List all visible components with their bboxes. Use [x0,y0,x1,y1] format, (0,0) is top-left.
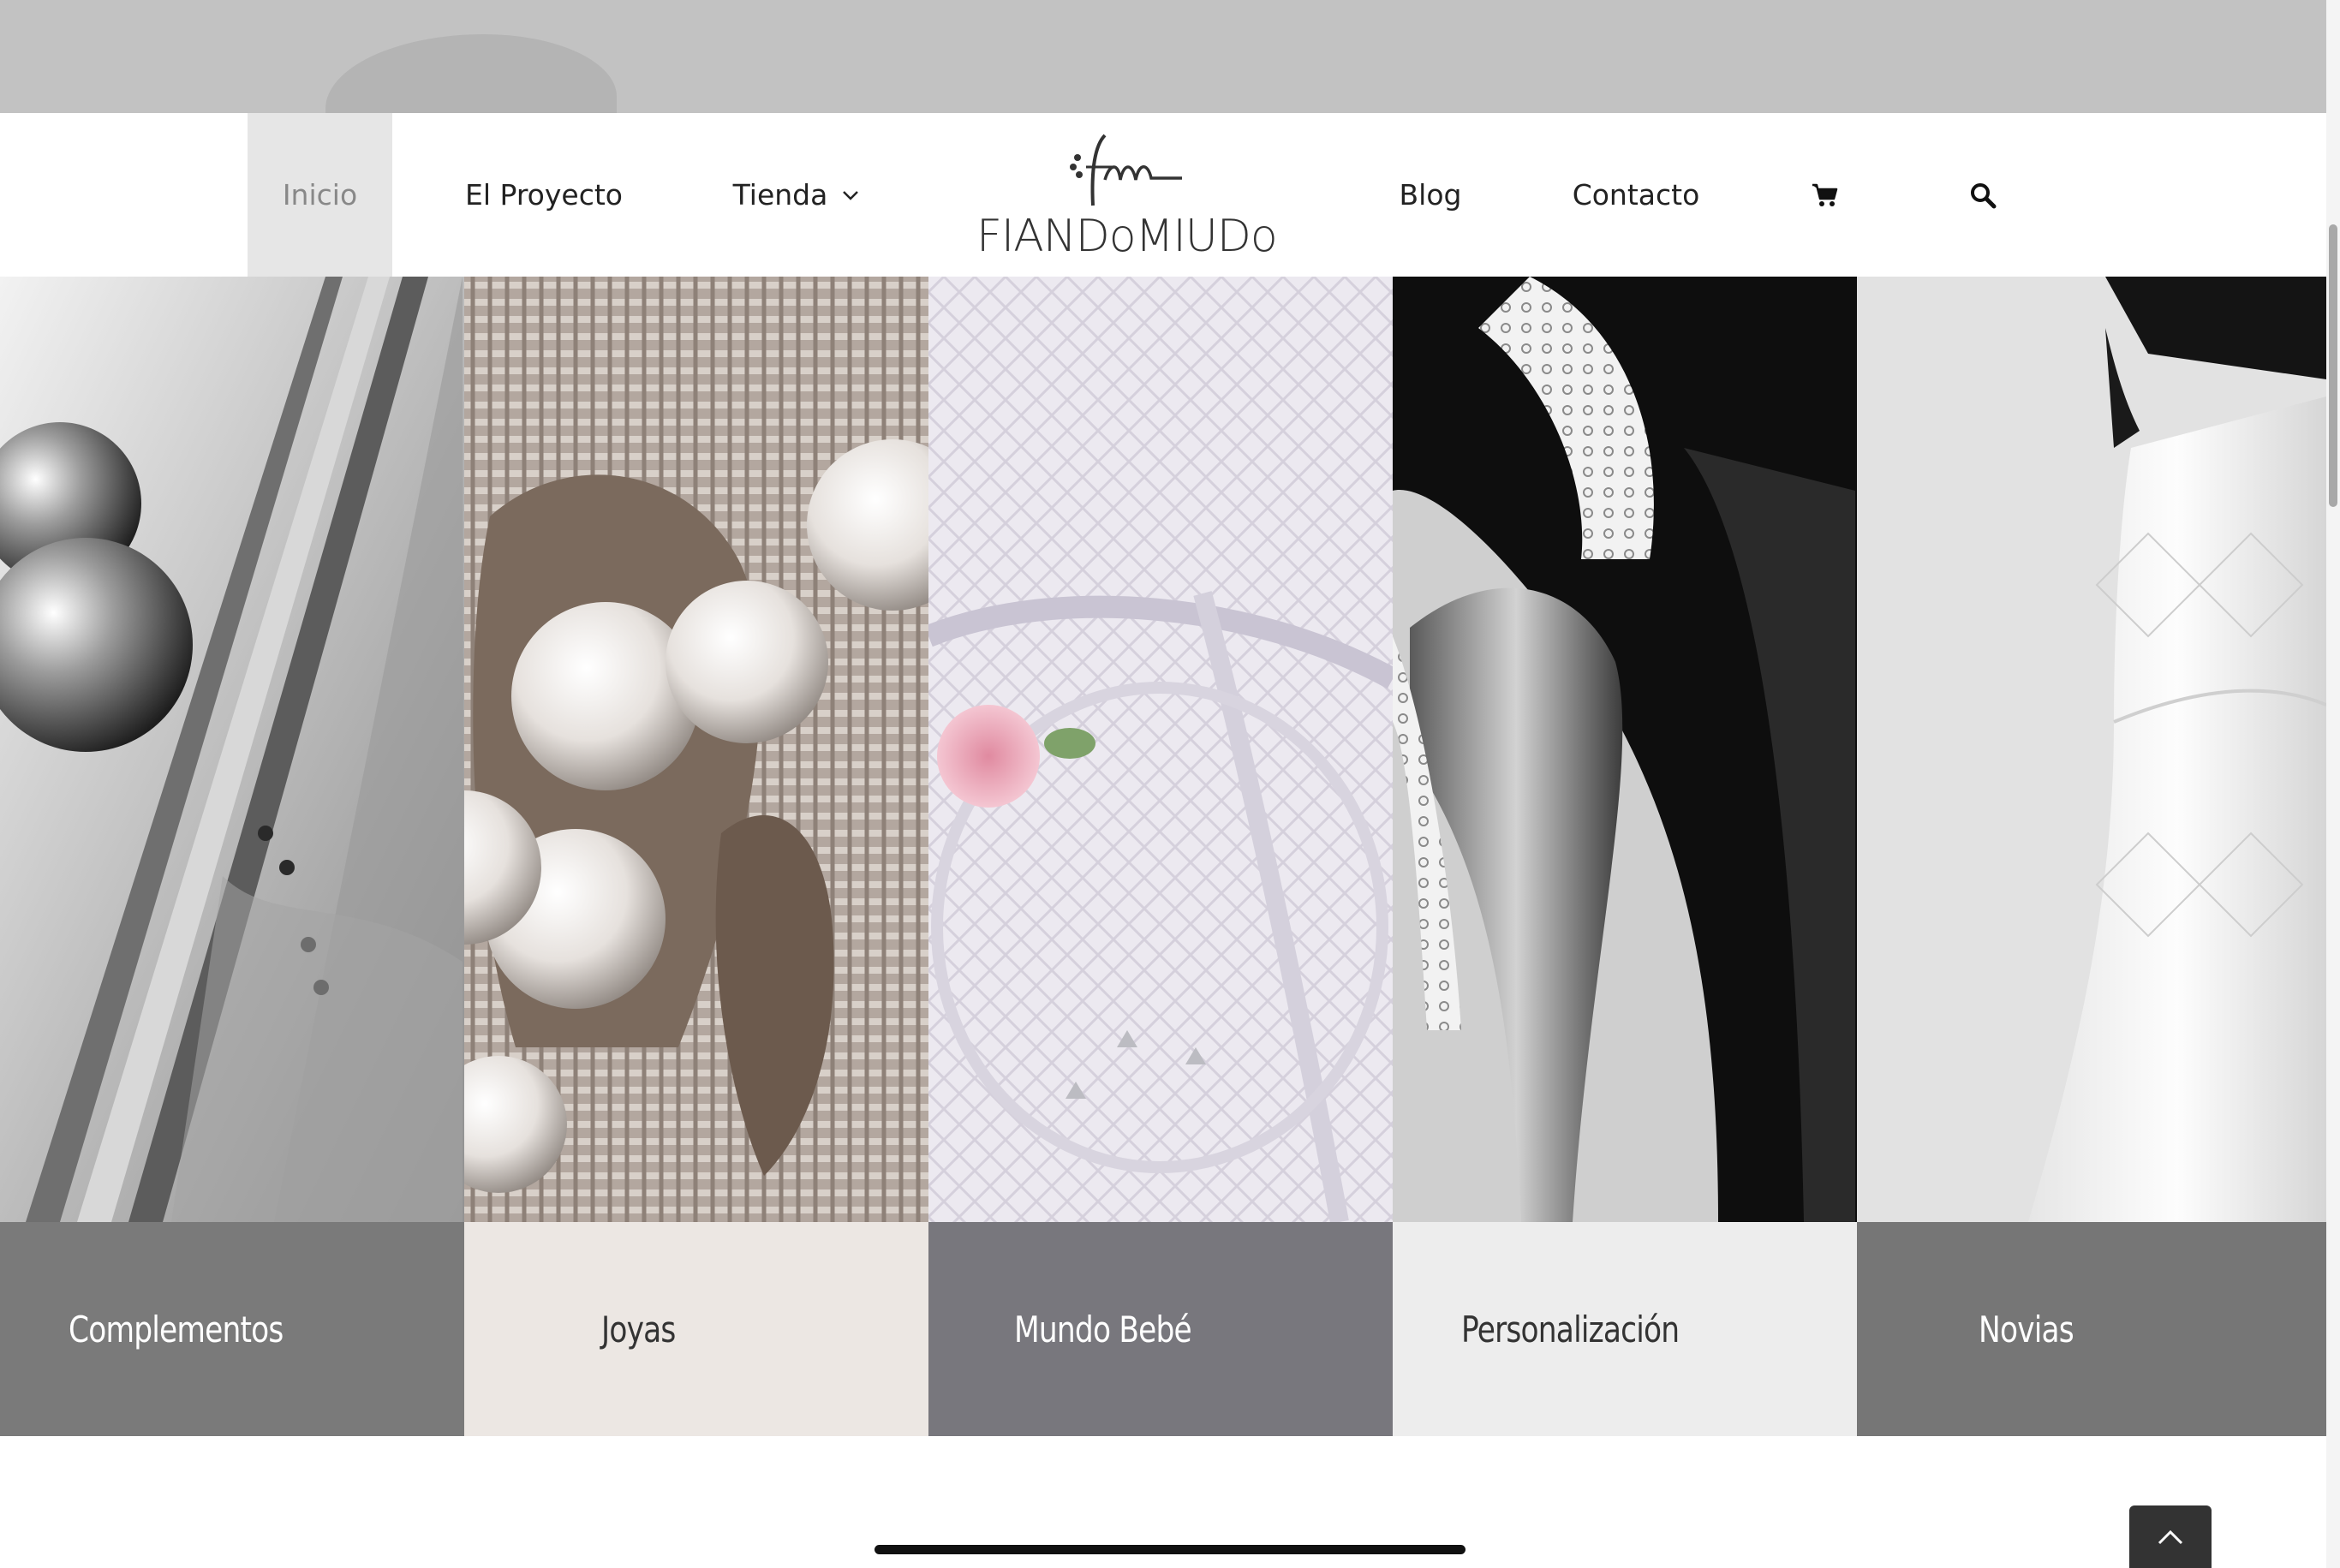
main-navigation: Inicio El Proyecto Tienda FIANDoMIUDo Bl… [0,113,2326,277]
category-caption: Personalización [1393,1222,1857,1436]
category-card-personalizacion[interactable]: Personalización [1393,277,1857,1436]
novias-photo [1857,277,2326,1222]
nav-item-label: Inicio [282,178,358,212]
category-label: Personalización [1461,1308,1680,1350]
search-icon [1971,182,1997,208]
hero-image-strip [0,0,2326,113]
nav-item-label: El Proyecto [465,178,623,212]
category-caption: Mundo Bebé [928,1222,1393,1436]
nav-item-label: Tienda [732,178,828,212]
mundo-bebe-photo [928,277,1393,1222]
category-caption: Complementos [0,1222,464,1436]
nav-item-inicio[interactable]: Inicio [248,113,392,277]
scrollbar-thumb[interactable] [2329,224,2337,507]
joyas-photo [464,277,928,1222]
category-label: Mundo Bebé [1014,1308,1192,1350]
chevron-up-icon [2158,1529,2183,1544]
nav-item-contacto[interactable]: Contacto [1559,113,1713,277]
nav-item-label: Blog [1399,178,1462,212]
nav-item-blog[interactable]: Blog [1379,113,1482,277]
hero-image-shape [325,34,617,113]
nav-search[interactable] [1957,113,2009,277]
category-label: Complementos [69,1308,284,1350]
shopping-cart-icon [1812,183,1838,206]
site-logo[interactable]: FIANDoMIUDo [976,128,1278,265]
category-card-novias[interactable]: Novias [1857,277,2326,1436]
complementos-photo [0,277,464,1222]
logo-wordmark: FIANDoMIUDo [976,211,1278,262]
nav-item-label: Contacto [1572,178,1700,212]
page-scrollbar[interactable] [2326,0,2340,1568]
category-caption: Novias [1857,1222,2326,1436]
category-card-complementos[interactable]: Complementos [0,277,464,1436]
category-card-joyas[interactable]: Joyas [464,277,928,1436]
category-label: Novias [1979,1308,2074,1350]
nav-item-tienda[interactable]: Tienda [719,113,874,277]
logo-monogram [1070,134,1182,206]
category-caption: Joyas [464,1222,928,1436]
nav-item-el-proyecto[interactable]: El Proyecto [445,113,642,277]
category-label: Joyas [601,1308,676,1350]
home-indicator [875,1545,1465,1554]
category-grid: Complementos Joyas Mundo Bebé Personaliz… [0,277,2326,1436]
chevron-down-icon [843,190,859,200]
back-to-top-button[interactable] [2129,1505,2212,1568]
category-card-mundo-bebe[interactable]: Mundo Bebé [928,277,1393,1436]
personalizacion-photo [1393,277,1857,1222]
nav-cart[interactable] [1799,113,1850,277]
